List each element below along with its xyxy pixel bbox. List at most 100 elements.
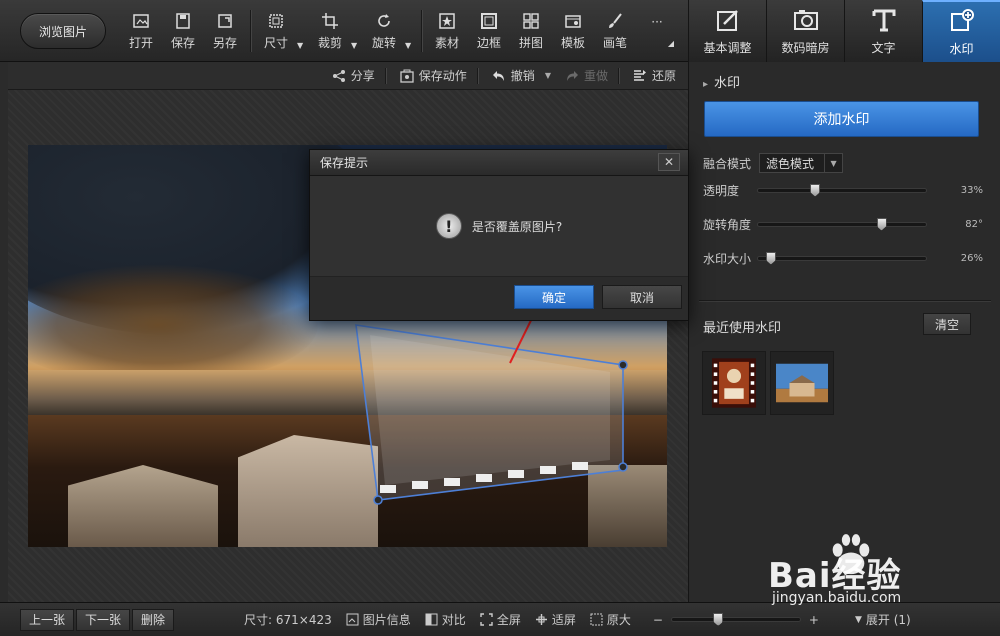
fit-screen-icon — [535, 614, 547, 625]
collage-button[interactable]: 拼图 — [510, 0, 552, 62]
chevron-down-icon: ▼ — [297, 40, 304, 50]
template-label: 模板 — [560, 35, 585, 50]
crop-button[interactable]: 裁剪 — [309, 0, 351, 62]
rotate-dropdown-button[interactable]: ▼ — [405, 0, 417, 62]
collage-icon — [523, 12, 539, 29]
resize-button[interactable]: 尺寸 — [255, 0, 297, 62]
blend-mode-label: 融合模式 — [703, 156, 752, 171]
original-size-icon — [590, 613, 603, 626]
recent-watermark-item[interactable] — [770, 351, 834, 415]
close-icon: ✕ — [663, 155, 675, 169]
save-action-label: 保存动作 — [418, 69, 467, 83]
save-button[interactable]: 保存 — [162, 0, 204, 62]
film-hole — [508, 470, 524, 478]
resize-handle[interactable] — [618, 462, 628, 472]
image-info-button[interactable]: 图片信息 — [346, 611, 411, 628]
border-icon — [481, 12, 497, 29]
save-as-icon — [218, 13, 232, 28]
chevron-down-icon: ▼ — [854, 614, 862, 625]
watermark-overlay[interactable] — [340, 294, 640, 520]
previous-image-button[interactable]: 上一张 — [20, 608, 75, 631]
zoom-slider-thumb[interactable] — [713, 613, 724, 626]
tab-text[interactable]: 文字 — [844, 0, 922, 62]
more-icon: ··· — [651, 14, 663, 29]
next-image-button[interactable]: 下一张 — [76, 608, 131, 631]
opacity-row: 透明度 33% — [703, 180, 983, 200]
share-button[interactable]: 分享 — [332, 67, 375, 84]
save-as-button[interactable]: 另存 — [204, 0, 246, 62]
original-size-button[interactable]: 原大 — [590, 611, 631, 628]
save-action-icon — [400, 69, 414, 83]
slider-thumb[interactable] — [876, 217, 887, 231]
slider-thumb[interactable] — [765, 251, 776, 265]
watermark-icon — [950, 8, 974, 31]
open-icon — [133, 13, 149, 28]
tab-basic-adjust[interactable]: 基本调整 — [688, 0, 766, 62]
sticker-label: 素材 — [434, 35, 459, 50]
compare-icon — [425, 613, 438, 626]
redo-button[interactable]: 重做 — [565, 67, 608, 84]
chevron-down-icon[interactable]: ▼ — [545, 71, 551, 80]
crop-dropdown-button[interactable]: ▼ — [351, 0, 363, 62]
toolbar-divider — [421, 10, 422, 52]
recent-watermark-item[interactable] — [702, 351, 766, 415]
delete-button[interactable]: 删除 — [132, 608, 175, 631]
size-label: 水印大小 — [703, 251, 752, 266]
camera-icon — [793, 9, 818, 30]
restore-button[interactable]: 还原 — [633, 67, 676, 84]
fit-screen-button[interactable]: 适屏 — [535, 611, 576, 628]
dialog-header: 保存提示 ✕ — [310, 150, 688, 176]
opacity-label: 透明度 — [703, 183, 740, 198]
fullscreen-label: 全屏 — [496, 613, 521, 627]
redo-label: 重做 — [583, 69, 608, 83]
expand-button[interactable]: ▼ 展开 (1) — [855, 611, 911, 628]
rotate-label: 旋转 — [371, 35, 396, 50]
border-button[interactable]: 边框 — [468, 0, 510, 62]
open-button[interactable]: 打开 — [120, 0, 162, 62]
rotate-button[interactable]: 旋转 — [363, 0, 405, 62]
confirm-button[interactable]: 确定 — [514, 285, 594, 309]
size-slider[interactable] — [757, 251, 927, 265]
resize-handle[interactable] — [373, 495, 383, 505]
tab-watermark[interactable]: 水印 — [922, 0, 1000, 62]
opacity-slider[interactable] — [757, 183, 927, 197]
tab-digital-darkroom[interactable]: 数码暗房 — [766, 0, 844, 62]
film-hole — [572, 462, 588, 470]
size-value: 26% — [960, 252, 983, 264]
compare-button[interactable]: 对比 — [425, 611, 466, 628]
zoom-in-button[interactable]: + — [809, 613, 819, 627]
rotation-value: 82° — [965, 218, 983, 230]
template-button[interactable]: 模板 — [552, 0, 594, 62]
browse-images-button[interactable]: 浏览图片 — [20, 13, 106, 49]
zoom-out-button[interactable]: − — [653, 613, 663, 627]
blend-mode-select[interactable]: 滤色模式 ▼ — [759, 153, 844, 173]
original-size-label: 原大 — [606, 613, 631, 627]
save-action-button[interactable]: 保存动作 — [400, 67, 467, 84]
clear-button[interactable]: 清空 — [923, 313, 971, 335]
add-watermark-button[interactable]: 添加水印 — [704, 101, 979, 137]
resize-handle[interactable] — [618, 360, 628, 370]
sticker-button[interactable]: 素材 — [426, 0, 468, 62]
subbar-divider — [476, 67, 478, 84]
cancel-button[interactable]: 取消 — [602, 285, 682, 309]
brush-button[interactable]: 画笔 — [594, 0, 636, 62]
fullscreen-button[interactable]: 全屏 — [480, 611, 521, 628]
brush-label: 画笔 — [602, 35, 627, 50]
rotation-row: 旋转角度 82° — [703, 214, 983, 234]
film-hole — [412, 481, 428, 489]
resize-icon — [269, 13, 283, 28]
dialog-body: ! 是否覆盖原图片? — [310, 176, 688, 276]
rotation-slider[interactable] — [757, 217, 927, 231]
slider-thumb[interactable] — [810, 183, 821, 197]
zoom-slider[interactable] — [670, 613, 801, 626]
close-button[interactable]: ✕ — [658, 153, 680, 171]
undo-button[interactable]: 撤销 ▼ — [492, 67, 551, 84]
expand-corner-icon: ◢ — [667, 38, 675, 48]
basic-adjust-icon — [716, 9, 738, 31]
baidu-jingyan-logo: Bai经验 jingyan.baidu.com — [768, 530, 1000, 608]
undo-label: 撤销 — [510, 69, 535, 83]
more-button[interactable]: ··· ◢ — [636, 0, 678, 62]
panel-title[interactable]: 水印 — [703, 72, 740, 91]
sticker-icon — [439, 12, 455, 29]
resize-dropdown-button[interactable]: ▼ — [297, 0, 309, 62]
